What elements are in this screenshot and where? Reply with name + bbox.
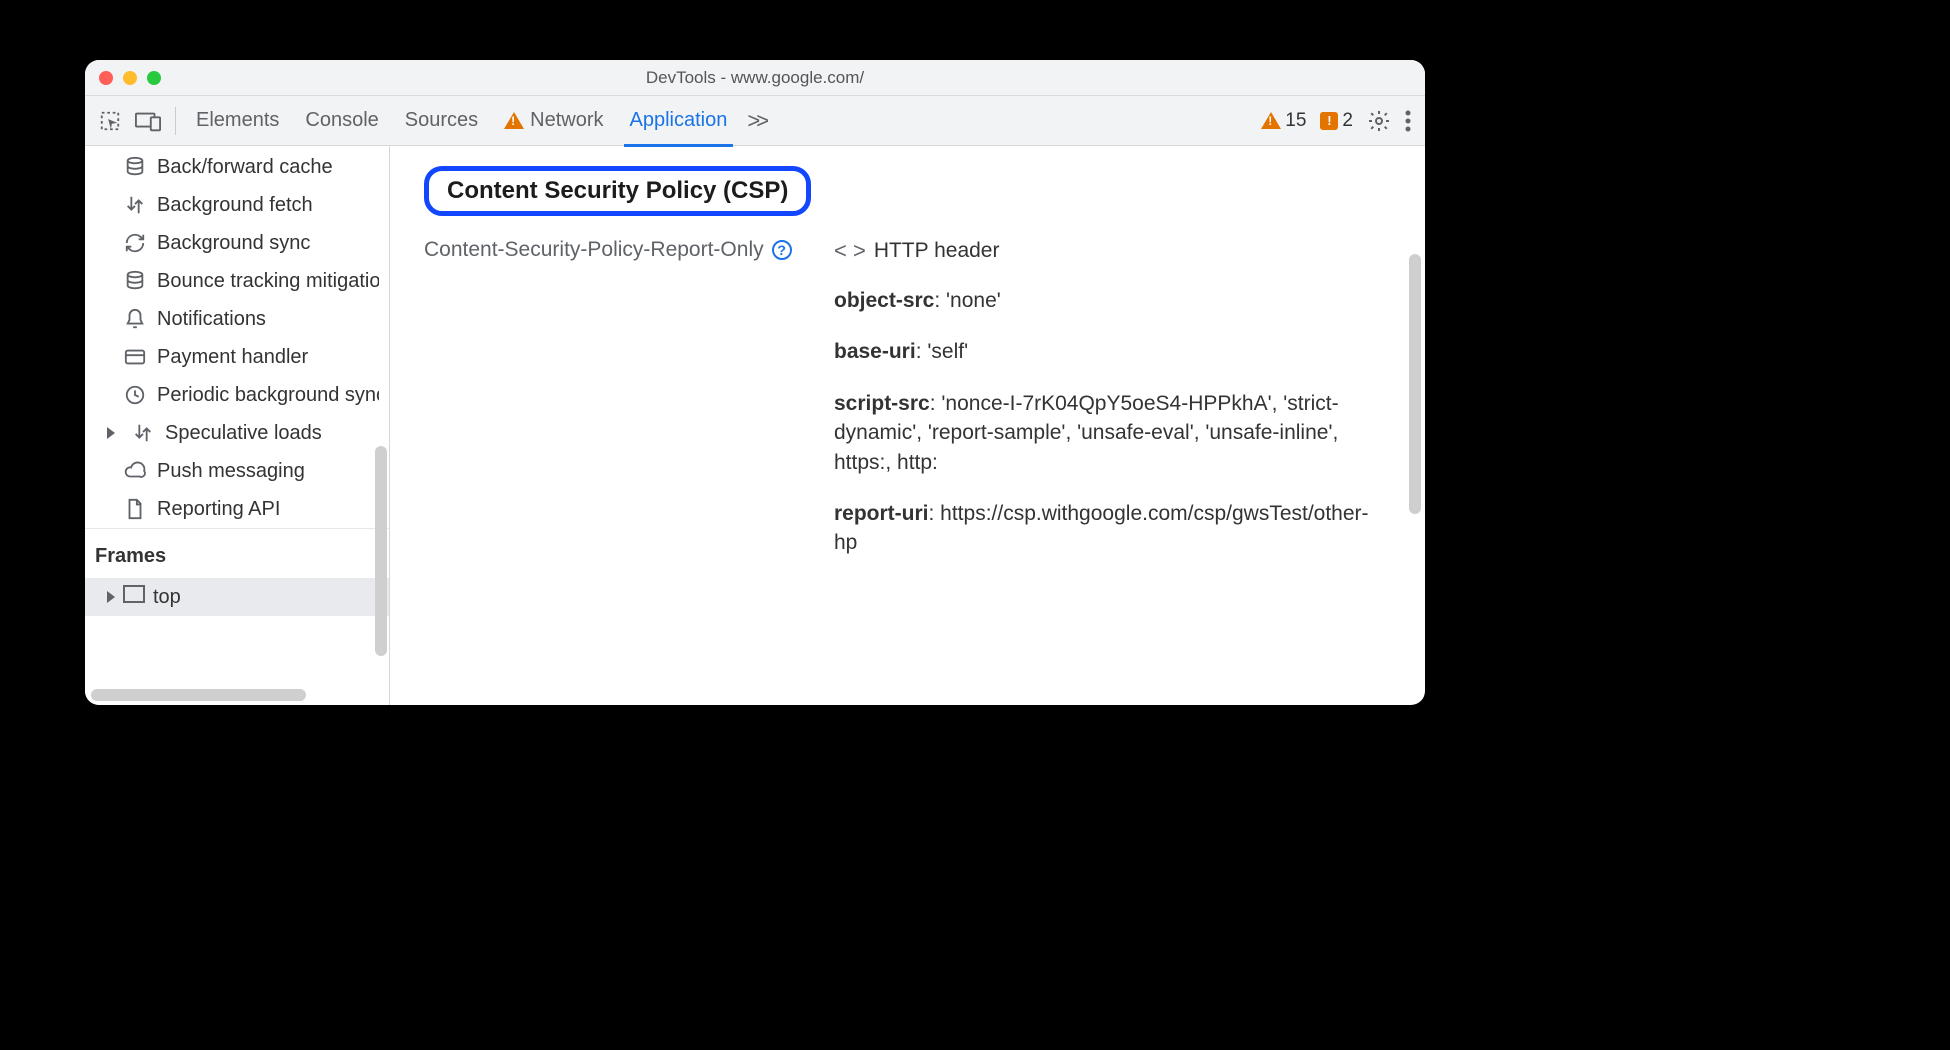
sidebar-item[interactable]: Reporting API (85, 490, 389, 528)
close-window-button[interactable] (99, 71, 113, 85)
database-icon (123, 269, 147, 293)
tab-elements[interactable]: Elements (190, 103, 285, 138)
sidebar-item[interactable]: Periodic background sync (85, 376, 389, 414)
sidebar-item-label: Payment handler (157, 346, 308, 369)
card-icon (123, 345, 147, 369)
chevron-right-icon (107, 591, 115, 603)
sidebar-item-label: Periodic background sync (157, 384, 379, 407)
csp-heading: Content Security Policy (CSP) (424, 166, 811, 216)
bgfetch-icon (131, 421, 155, 445)
cloud-icon (123, 459, 147, 483)
database-icon (123, 155, 147, 179)
kebab-menu-icon[interactable] (1405, 110, 1411, 132)
sidebar-item[interactable]: Back/forward cache (85, 148, 389, 186)
tabstrip-separator (175, 107, 176, 135)
csp-directive-name: report-uri (834, 502, 929, 525)
csp-directive: report-uri: https://csp.withgoogle.com/c… (834, 499, 1391, 558)
tab-console[interactable]: Console (299, 103, 384, 138)
sidebar-item[interactable]: Push messaging (85, 452, 389, 490)
file-icon (123, 497, 147, 521)
content-vertical-scrollbar[interactable] (1409, 254, 1421, 514)
chevron-right-icon (107, 427, 115, 439)
tab-network[interactable]: Network (498, 103, 609, 138)
issue-icon: ! (1320, 112, 1338, 130)
sidebar-item-label: Bounce tracking mitigations (157, 270, 379, 293)
csp-source-line: < > HTTP header (834, 238, 1391, 264)
warning-icon (504, 112, 524, 129)
csp-directive-value: 'none' (946, 289, 1001, 312)
sidebar-item-label: Background sync (157, 232, 310, 255)
frame-top-row[interactable]: top (85, 578, 389, 616)
toggle-device-toolbar-icon[interactable] (135, 110, 161, 132)
code-brackets-icon: < > (834, 238, 866, 264)
sidebar-item-label: Background fetch (157, 194, 313, 217)
csp-policy-row: Content-Security-Policy-Report-Only ? < … (424, 238, 1391, 580)
sync-icon (123, 231, 147, 255)
frame-icon (123, 585, 145, 609)
frame-top-label: top (153, 586, 181, 609)
csp-policy-details: < > HTTP header object-src: 'none' base-u… (834, 238, 1391, 580)
sidebar-item[interactable]: Notifications (85, 300, 389, 338)
sidebar-list: Back/forward cache Background fetch Backgr… (85, 146, 389, 528)
devtools-window: DevTools - www.google.com/ Elements Cons… (85, 60, 1425, 705)
tab-application[interactable]: Application (624, 103, 734, 138)
csp-directive-name: script-src (834, 392, 930, 415)
help-icon[interactable]: ? (772, 240, 792, 260)
bell-icon (123, 307, 147, 331)
frames-section-header: Frames (85, 528, 389, 578)
window-controls (99, 71, 161, 85)
sidebar-item[interactable]: Speculative loads (85, 414, 389, 452)
csp-directive: script-src: 'nonce-I-7rK04QpY5oeS4-HPPkh… (834, 389, 1391, 477)
sidebar-item-label: Push messaging (157, 460, 305, 483)
titlebar: DevTools - www.google.com/ (85, 60, 1425, 96)
tab-network-label: Network (530, 109, 603, 132)
csp-directive-value: 'self' (927, 340, 968, 363)
tab-sources[interactable]: Sources (399, 103, 484, 138)
devtools-body: Back/forward cache Background fetch Backgr… (85, 146, 1425, 705)
csp-directive-name: base-uri (834, 340, 916, 363)
csp-directive: object-src: 'none' (834, 286, 1391, 315)
window-title: DevTools - www.google.com/ (85, 68, 1425, 88)
warnings-badge[interactable]: 15 (1261, 110, 1306, 132)
clock-icon (123, 383, 147, 407)
warnings-count: 15 (1285, 110, 1306, 132)
more-tabs-icon[interactable]: >> (747, 108, 765, 134)
csp-source-label: HTTP header (874, 239, 1000, 263)
application-sidebar: Back/forward cache Background fetch Backgr… (85, 146, 390, 705)
warning-icon (1261, 112, 1281, 129)
sidebar-item[interactable]: Payment handler (85, 338, 389, 376)
sidebar-vertical-scrollbar[interactable] (375, 446, 387, 656)
sidebar-item-label: Reporting API (157, 498, 280, 521)
sidebar-item[interactable]: Bounce tracking mitigations (85, 262, 389, 300)
csp-policy-name-cell: Content-Security-Policy-Report-Only ? (424, 238, 812, 262)
csp-policy-name: Content-Security-Policy-Report-Only (424, 238, 764, 262)
issues-count: 2 (1342, 110, 1353, 132)
sidebar-item-label: Speculative loads (165, 422, 322, 445)
sidebar-item-label: Back/forward cache (157, 156, 333, 179)
zoom-window-button[interactable] (147, 71, 161, 85)
devtools-tabstrip: Elements Console Sources Network Applica… (85, 96, 1425, 146)
csp-directive: base-uri: 'self' (834, 337, 1391, 366)
sidebar-item[interactable]: Background fetch (85, 186, 389, 224)
inspect-element-icon[interactable] (99, 110, 121, 132)
csp-panel: Content Security Policy (CSP) Content-Se… (390, 146, 1425, 705)
sidebar-item[interactable]: Background sync (85, 224, 389, 262)
sidebar-item-label: Notifications (157, 308, 266, 331)
issues-badge[interactable]: ! 2 (1320, 110, 1353, 132)
csp-directive-name: object-src (834, 289, 934, 312)
minimize-window-button[interactable] (123, 71, 137, 85)
settings-gear-icon[interactable] (1367, 109, 1391, 133)
bgfetch-icon (123, 193, 147, 217)
sidebar-horizontal-scrollbar[interactable] (91, 689, 306, 701)
